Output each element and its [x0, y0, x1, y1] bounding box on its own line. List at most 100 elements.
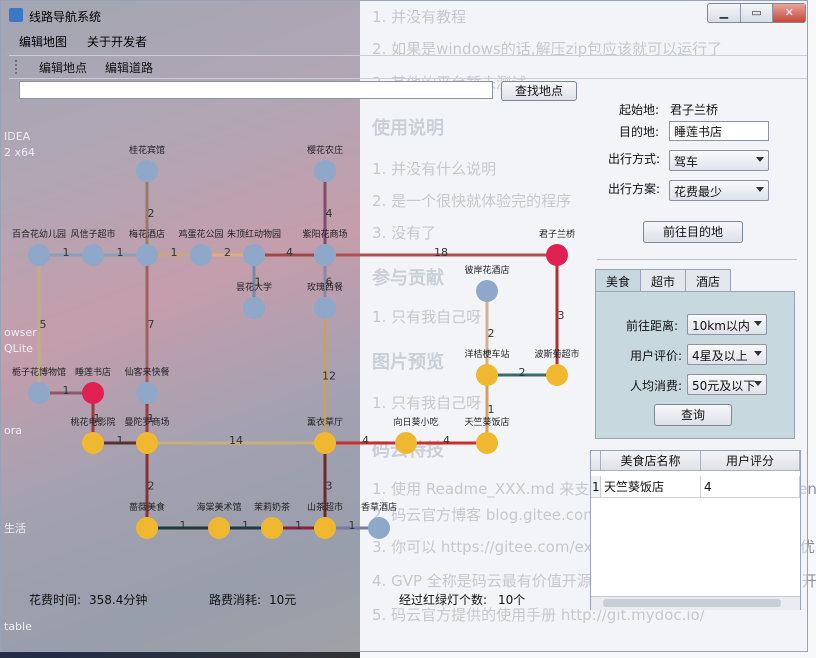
road-weight-label: 1 [349, 519, 356, 532]
window-controls: ▁ ▭ ✕ [707, 3, 806, 23]
travel-plan-label: 出行方案: [608, 182, 661, 196]
map-node-n5[interactable] [136, 244, 158, 266]
road-weight-label: 2 [519, 366, 526, 379]
map-node-n23[interactable] [136, 517, 158, 539]
travel-mode-select[interactable]: 驾车 [669, 150, 769, 171]
rating-label: 用户评价: [630, 349, 683, 363]
map-node-label: 栀子花博物馆 [12, 366, 66, 378]
map-node-n14[interactable] [82, 382, 104, 404]
go-to-destination-button[interactable]: 前往目的地 [643, 221, 743, 243]
chevron-down-icon [756, 187, 764, 192]
map-node-n2[interactable] [314, 160, 336, 182]
road-weight-label: 14 [229, 434, 243, 447]
map-node-n6[interactable] [190, 244, 212, 266]
fee-label: 路费消耗: [209, 593, 262, 607]
road-weight-label: 12 [322, 370, 336, 383]
map-node-label: 香草酒店 [361, 501, 397, 513]
map-node-label: 茉莉奶茶 [254, 501, 290, 513]
tab-food[interactable]: 美食 [595, 269, 642, 291]
rating-value: 4星及以上 [692, 349, 748, 363]
map-node-n25[interactable] [261, 517, 283, 539]
close-button[interactable]: ✕ [773, 4, 806, 22]
road-weight-label: 1 [488, 403, 495, 416]
map-node-label: 樱花农庄 [307, 144, 343, 156]
tab-hotel[interactable]: 酒店 [685, 269, 732, 291]
map-node-label: 仙客来快餐 [124, 366, 169, 378]
tab-supermarket[interactable]: 超市 [640, 269, 687, 291]
distance-label: 前往距离: [626, 319, 679, 333]
traffic-lights-value: 10个 [498, 593, 526, 607]
map-node-n20[interactable] [314, 432, 336, 454]
road-weight-label: 2 [148, 480, 155, 493]
restaurant-name-cell[interactable]: 天竺葵饭店 [601, 476, 701, 498]
score-cell[interactable]: 4 [701, 476, 800, 498]
map-node-label: 梅花酒店 [129, 228, 165, 240]
road-weight-label: 1 [63, 384, 70, 397]
road-weight-label: 1 [117, 246, 124, 259]
map-node-n22[interactable] [476, 432, 498, 454]
results-table: 美食店名称 用户评分 1 天竺葵饭店 4 [590, 450, 801, 610]
map-node-n17[interactable] [546, 364, 568, 386]
map-node-n15[interactable] [136, 382, 158, 404]
road-weight-label: 4 [286, 246, 293, 259]
map-node-n27[interactable] [368, 517, 390, 539]
map-node-n7[interactable] [243, 244, 265, 266]
road-weight-label: 2 [148, 207, 155, 220]
map-node-label: 玫瑰西餐 [307, 281, 343, 293]
map-node-label: 风信子超市 [70, 228, 115, 240]
map-node-n8[interactable] [314, 244, 336, 266]
road-weight-label: 18 [434, 246, 448, 259]
map-node-label: 天竺葵饭店 [464, 416, 509, 428]
map-node-label: 彼岸花酒店 [464, 264, 509, 276]
map-node-n16[interactable] [476, 364, 498, 386]
column-header-name[interactable]: 美食店名称 [601, 451, 701, 471]
traffic-lights-label: 经过红绿灯个数: [399, 593, 488, 607]
map-node-n4[interactable] [82, 244, 104, 266]
cost-select[interactable]: 50元及以下 [687, 374, 767, 395]
map-node-label: 鸡蛋花公园 [178, 228, 223, 240]
map-node-n11[interactable] [314, 297, 336, 319]
query-button[interactable]: 查询 [654, 404, 732, 426]
map-node-n1[interactable] [136, 160, 158, 182]
route-map: 2 41 1 1 2 4 181 65 71122321 11 14 4 412 31 1 1 1桂花宾馆 樱花农… [12, 144, 580, 539]
map-node-n3[interactable] [28, 244, 50, 266]
map-node-label: 桂花宾馆 [129, 144, 165, 156]
maximize-button[interactable]: ▭ [741, 4, 774, 22]
travel-mode-label: 出行方式: [608, 152, 661, 166]
time-label: 花费时间: [29, 593, 82, 607]
map-node-label: 薰衣草厅 [307, 416, 343, 428]
road-weight-label: 2 [224, 246, 231, 259]
road-weight-label: 1 [117, 434, 124, 447]
map-node-n10[interactable] [243, 297, 265, 319]
road-weight-label: 5 [40, 318, 47, 331]
map-node-n13[interactable] [28, 382, 50, 404]
distance-value: 10km以内 [692, 319, 750, 333]
road-weight-label: 1 [242, 519, 249, 532]
map-node-n21[interactable] [395, 432, 417, 454]
divider [597, 259, 797, 260]
travel-plan-select[interactable]: 花费最少 [669, 180, 769, 201]
map-node-n26[interactable] [314, 517, 336, 539]
rating-select[interactable]: 4星及以上 [687, 344, 767, 365]
distance-select[interactable]: 10km以内 [687, 314, 767, 335]
map-node-n12[interactable] [476, 280, 498, 302]
start-label: 起始地: [619, 103, 660, 117]
cost-label: 人均消费: [630, 379, 683, 393]
map-node-n24[interactable] [208, 517, 230, 539]
chevron-down-icon [754, 351, 762, 356]
row-index: 1 [591, 476, 601, 498]
destination-field[interactable]: 睡莲书店 [669, 121, 769, 141]
cost-value: 50元及以下 [692, 379, 756, 393]
map-node-label: 昙花大学 [236, 281, 272, 293]
horizontal-scrollbar[interactable] [591, 596, 800, 610]
map-node-n19[interactable] [136, 432, 158, 454]
minimize-button[interactable]: ▁ [708, 4, 741, 22]
map-node-n9[interactable] [546, 244, 568, 266]
map-node-label: 蔷薇美食 [129, 501, 165, 513]
column-header-score[interactable]: 用户评分 [701, 451, 800, 471]
map-node-label: 向日葵小吃 [393, 416, 438, 428]
scroll-thumb[interactable] [603, 599, 781, 607]
start-value: 君子兰桥 [670, 103, 719, 117]
travel-mode-value: 驾车 [674, 155, 699, 169]
map-node-n18[interactable] [82, 432, 104, 454]
